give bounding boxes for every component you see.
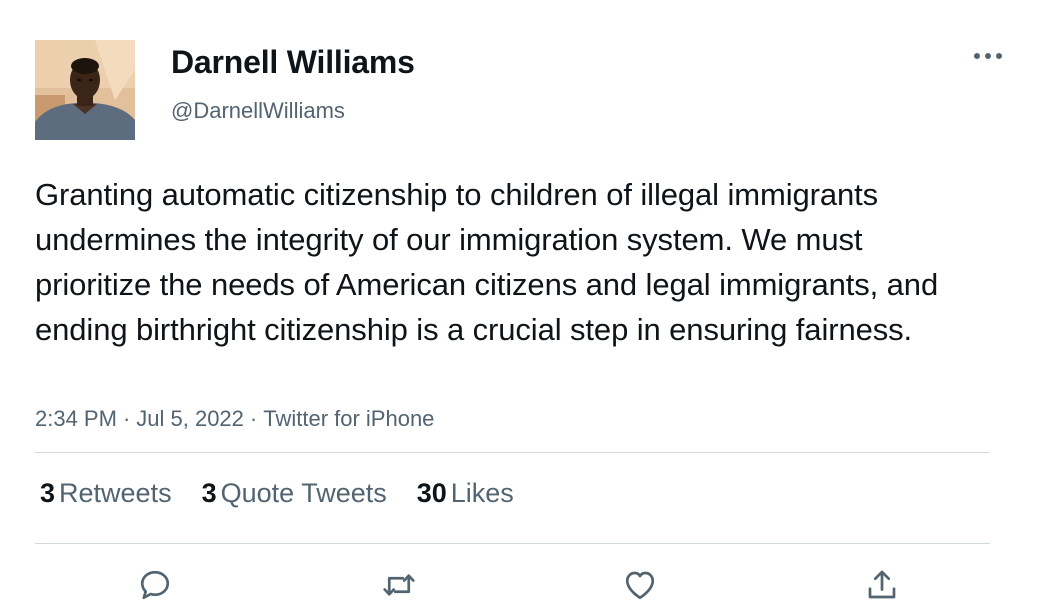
meta-separator: · <box>249 406 258 431</box>
tweet-card: Darnell Williams @DarnellWilliams Granti… <box>0 0 1050 615</box>
like-button[interactable] <box>618 563 662 607</box>
author-name[interactable]: Darnell Williams <box>171 44 415 81</box>
more-icon <box>974 53 1002 59</box>
tweet-date[interactable]: Jul 5, 2022 <box>136 406 244 431</box>
likes-label: Likes <box>450 478 514 508</box>
retweets-stat[interactable]: 3 Retweets <box>40 478 172 509</box>
tweet-metadata: 2:34 PM · Jul 5, 2022 · Twitter for iPhone <box>35 406 434 432</box>
author-handle[interactable]: @DarnellWilliams <box>171 98 345 124</box>
tweet-time[interactable]: 2:34 PM <box>35 406 117 431</box>
share-button[interactable] <box>860 563 904 607</box>
likes-stat[interactable]: 30 Likes <box>417 478 514 509</box>
quote-tweets-label: Quote Tweets <box>220 478 387 508</box>
reply-button[interactable] <box>133 563 177 607</box>
tweet-actions <box>0 563 1050 607</box>
quote-tweets-count: 3 <box>201 478 217 508</box>
retweet-button[interactable] <box>377 563 421 607</box>
more-options-button[interactable] <box>968 44 1008 68</box>
retweets-label: Retweets <box>59 478 172 508</box>
divider <box>35 543 990 544</box>
quote-tweets-stat[interactable]: 3 Quote Tweets <box>202 478 387 509</box>
retweet-icon <box>383 574 415 596</box>
share-icon <box>868 570 896 599</box>
engagement-stats: 3 Retweets 3 Quote Tweets 30 Likes <box>40 478 544 509</box>
tweet-text: Granting automatic citizenship to childr… <box>35 177 939 347</box>
meta-separator: · <box>122 406 131 431</box>
likes-count: 30 <box>416 478 447 508</box>
divider <box>35 452 990 453</box>
retweets-count: 3 <box>40 478 56 508</box>
tweet-source[interactable]: Twitter for iPhone <box>263 406 434 431</box>
like-icon <box>625 571 655 600</box>
avatar[interactable] <box>35 40 135 140</box>
reply-icon <box>140 570 170 600</box>
avatar-image <box>35 40 135 140</box>
